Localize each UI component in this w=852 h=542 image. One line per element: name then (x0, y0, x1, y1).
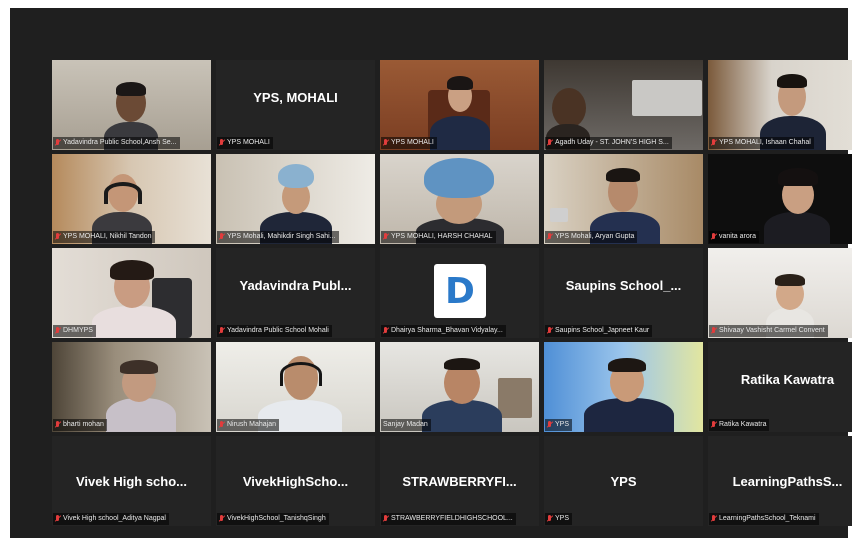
participant-label: YPS MOHALI, Ishaan Chahal (709, 137, 814, 149)
mic-muted-icon (383, 139, 388, 147)
participant-label: YPS MOHALI, Nikhil Tandon (53, 231, 155, 243)
participant-name: STRAWBERRYFI... (402, 474, 517, 489)
participant-tile-active-speaker[interactable]: Sanjay Madan (380, 342, 539, 432)
mic-muted-icon (219, 421, 224, 429)
participant-label: YPS (545, 513, 573, 525)
mic-muted-icon (547, 327, 552, 335)
mic-muted-icon (383, 515, 388, 523)
participant-tile[interactable]: STRAWBERRYFI... STRAWBERRYFIELDHIGHSCHOO… (380, 436, 539, 526)
participant-tile[interactable]: YPS Mohali, Mahikdir Singh Sahi... (216, 154, 375, 244)
participant-label: vanita arora (709, 231, 759, 243)
participant-tile[interactable]: YPS MOHALI, HARSH CHAHAL (380, 154, 539, 244)
mic-muted-icon (219, 139, 224, 147)
participant-name: Vivek High scho... (75, 474, 188, 489)
participant-label: YPS Mohali, Aryan Gupta (545, 231, 638, 243)
participant-tile[interactable]: Saupins School_... Saupins School_Japnee… (544, 248, 703, 338)
participant-name: LearningPathsS... (732, 474, 843, 489)
participant-tile[interactable]: YPS, MOHALI YPS MOHALI (216, 60, 375, 150)
participant-name: Ratika Kawatra (740, 372, 835, 387)
participant-tile[interactable]: YPS (544, 342, 703, 432)
participant-label: STRAWBERRYFIELDHIGHSCHOOL... (381, 513, 516, 525)
participant-label: Shivaay Vashisht Carmel Convent (709, 325, 828, 337)
participant-tile[interactable]: DHMYPS (52, 248, 211, 338)
participant-tile[interactable]: bharti mohan (52, 342, 211, 432)
participant-label: VivekHighSchool_TanishqSingh (217, 513, 329, 525)
mic-muted-icon (55, 327, 60, 335)
participant-label: YPS MOHALI, HARSH CHAHAL (381, 231, 496, 243)
mic-muted-icon (219, 327, 224, 335)
mic-muted-icon (383, 327, 388, 335)
participant-tile[interactable]: YPS YPS (544, 436, 703, 526)
mic-muted-icon (547, 421, 552, 429)
participant-label: Ratika Kawatra (709, 419, 770, 431)
participant-label: YPS Mohali, Mahikdir Singh Sahi... (217, 231, 339, 243)
participant-label: Dhairya Sharma_Bhavan Vidyalay... (381, 325, 506, 337)
participant-label: YPS MOHALI (217, 137, 273, 149)
mic-muted-icon (383, 233, 388, 241)
mic-muted-icon (547, 515, 552, 523)
participant-label: Yadavindra Public School,Ansh Se... (53, 137, 180, 149)
participant-name: Yadavindra Publ... (239, 278, 352, 293)
participant-tile[interactable]: YPS Mohali, Aryan Gupta (544, 154, 703, 244)
mic-muted-icon (711, 233, 716, 241)
mic-muted-icon (711, 421, 716, 429)
participant-label: Nirush Mahajan (217, 419, 280, 431)
participant-avatar-logo: D (434, 264, 486, 318)
participant-tile[interactable]: Ratika Kawatra Ratika Kawatra (708, 342, 852, 432)
participant-name: Saupins School_... (565, 278, 682, 293)
participant-label: Vivek High school_Aditya Nagpal (53, 513, 169, 525)
participant-label: bharti mohan (53, 419, 107, 431)
participant-tile[interactable]: Vivek High scho... Vivek High school_Adi… (52, 436, 211, 526)
mic-muted-icon (711, 139, 716, 147)
participant-tile[interactable]: YPS MOHALI, Ishaan Chahal (708, 60, 852, 150)
participant-tile[interactable]: Yadavindra Public School,Ansh Se... (52, 60, 211, 150)
mic-muted-icon (55, 421, 60, 429)
mic-muted-icon (219, 515, 224, 523)
participant-name: VivekHighScho... (242, 474, 349, 489)
participant-tile[interactable]: Yadavindra Publ... Yadavindra Public Sch… (216, 248, 375, 338)
participant-label: Agadh Uday - ST. JOHN'S HIGH S... (545, 137, 672, 149)
participant-tile[interactable]: D Dhairya Sharma_Bhavan Vidyalay... (380, 248, 539, 338)
participant-tile[interactable]: LearningPathsS... LearningPathsSchool_Te… (708, 436, 852, 526)
mic-muted-icon (711, 515, 716, 523)
participant-label: DHMYPS (53, 325, 96, 337)
meeting-gallery-view: Yadavindra Public School,Ansh Se... YPS,… (10, 8, 852, 538)
participant-tile[interactable]: YPS MOHALI (380, 60, 539, 150)
participant-label: LearningPathsSchool_Teknami (709, 513, 819, 525)
participant-tile[interactable]: Shivaay Vashisht Carmel Convent (708, 248, 852, 338)
participant-label: YPS (545, 419, 573, 431)
participant-tile[interactable]: Nirush Mahajan (216, 342, 375, 432)
participant-tile[interactable]: vanita arora (708, 154, 852, 244)
participant-label: Saupins School_Japneet Kaur (545, 325, 653, 337)
participant-label: Yadavindra Public School Mohali (217, 325, 332, 337)
mic-muted-icon (547, 139, 552, 147)
participant-name: YPS, MOHALI (253, 90, 338, 105)
mic-muted-icon (547, 233, 552, 241)
participant-name: YPS (610, 474, 637, 489)
mic-muted-icon (711, 327, 716, 335)
participant-tile[interactable]: YPS MOHALI, Nikhil Tandon (52, 154, 211, 244)
mic-muted-icon (219, 233, 224, 241)
mic-muted-icon (55, 233, 60, 241)
logo-letter: D (445, 270, 475, 312)
mic-muted-icon (55, 515, 60, 523)
participant-label: Sanjay Madan (381, 419, 431, 431)
participant-tile[interactable]: VivekHighScho... VivekHighSchool_Tanishq… (216, 436, 375, 526)
mic-muted-icon (55, 139, 60, 147)
participant-tile[interactable]: Agadh Uday - ST. JOHN'S HIGH S... (544, 60, 703, 150)
participant-label: YPS MOHALI (381, 137, 437, 149)
